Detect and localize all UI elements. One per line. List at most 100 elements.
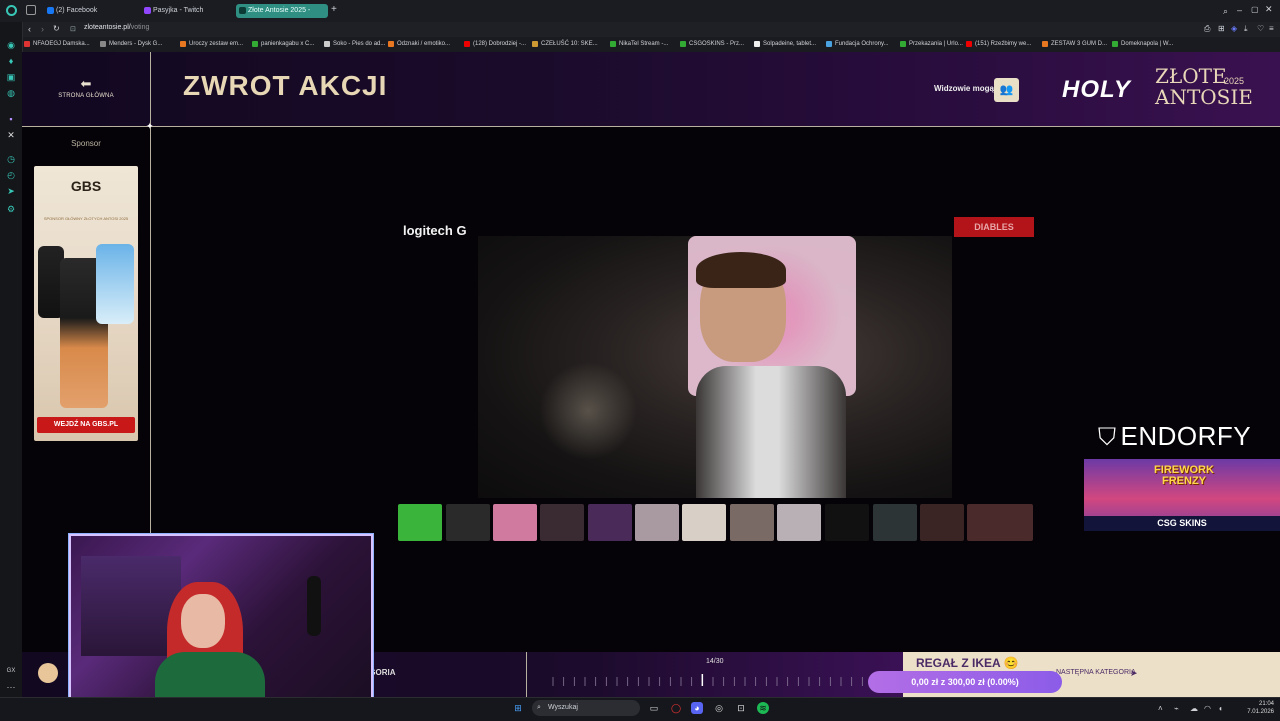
opera-taskbar-icon[interactable]: ◯ xyxy=(670,702,682,714)
bookmark-item[interactable]: Odznaki / emotiko... xyxy=(388,38,450,51)
bookmark-item[interactable]: CZEŁUŚĆ 10: SKE... xyxy=(532,38,598,51)
site-icon xyxy=(239,7,246,14)
home-link[interactable]: ⬅ STRONA GŁÓWNA xyxy=(40,76,132,99)
shield-icon[interactable]: ◈ xyxy=(1231,24,1237,33)
opera-logo-icon[interactable] xyxy=(6,5,17,16)
forward-icon[interactable]: › xyxy=(41,24,44,34)
facebook-icon xyxy=(47,7,54,14)
bookmark-item[interactable]: Domeknapola | W... xyxy=(1112,38,1173,51)
thumbnail[interactable] xyxy=(777,504,821,541)
endorfy-ad[interactable]: ⛉ ENDORFY xyxy=(1098,421,1251,452)
twitch-icon xyxy=(144,7,151,14)
drop-icon[interactable]: ♦ xyxy=(6,56,16,66)
maximize-icon[interactable]: ▢ xyxy=(1251,5,1259,14)
thumbnail[interactable] xyxy=(920,504,964,541)
url-field[interactable]: zloteantosie.pl/voting xyxy=(84,24,149,31)
discord-icon[interactable]: ◕ xyxy=(691,702,703,714)
person-face xyxy=(181,594,225,648)
tab-twitch[interactable]: Pasyjka - Twitch xyxy=(141,4,233,18)
app-icon[interactable]: ⊡ xyxy=(735,702,747,714)
bookmark-icon[interactable]: ⊞ xyxy=(1218,24,1225,33)
taskbar-clock[interactable]: 21:04 7.01.2026 xyxy=(1240,700,1274,716)
gx-icon[interactable]: GX xyxy=(6,666,16,676)
bookmark-item[interactable]: ZESTAW 3 GUM D... xyxy=(1042,38,1107,51)
chat-icon[interactable]: ▣ xyxy=(6,72,16,82)
csgoskins-ad[interactable]: FIREWORK FRENZY CSG SKINS xyxy=(1084,459,1280,531)
reload-icon[interactable]: ↻ xyxy=(53,24,60,33)
obs-icon[interactable]: ◎ xyxy=(713,702,725,714)
taskbar-search[interactable]: ⌕ Wyszukaj xyxy=(532,700,640,716)
spotify-icon[interactable]: ≋ xyxy=(757,702,769,714)
bookmark-favicon-icon xyxy=(754,41,760,47)
thumbnail[interactable] xyxy=(825,504,869,541)
category-title: REGAŁ Z IKEA 😊 xyxy=(916,656,1019,670)
bookmark-item[interactable]: Soko - Pies do ad... xyxy=(324,38,385,51)
bookmark-item[interactable]: CSGOSKINS - Prz... xyxy=(680,38,744,51)
minimize-icon[interactable]: – xyxy=(1237,5,1242,15)
cloud-icon[interactable]: ☁ xyxy=(1190,704,1198,713)
sponsor-ad[interactable]: GBS SPONSOR GŁÓWNY ZŁOTYCH ANTOSI 2025 W… xyxy=(34,166,138,441)
menu-icon[interactable]: ≡ xyxy=(1269,24,1274,33)
thumbnail[interactable] xyxy=(682,504,726,541)
clock-icon[interactable]: ◴ xyxy=(6,170,16,180)
more-icon[interactable]: ··· xyxy=(6,682,16,692)
network-icon[interactable]: ⌁ xyxy=(1174,704,1179,713)
search-tabs-icon[interactable]: ⌕ xyxy=(1223,6,1228,17)
heart-icon[interactable]: ♡ xyxy=(1257,24,1264,33)
thumbnail[interactable] xyxy=(446,504,490,541)
search-placeholder: Wyszukaj xyxy=(548,704,578,711)
bookmark-favicon-icon xyxy=(966,41,972,47)
thumbnail[interactable] xyxy=(398,504,442,541)
bookmark-item[interactable]: Przekazania | Urlo... xyxy=(900,38,963,51)
tab-label: (2) Facebook xyxy=(56,7,98,14)
bookmark-item[interactable]: Menders - Dysk G... xyxy=(100,38,162,51)
bookmark-item[interactable]: Fundacja Ochrony... xyxy=(826,38,889,51)
thumbnail[interactable] xyxy=(967,504,1033,541)
bookmark-item[interactable]: (151) Rzeźbimy we... xyxy=(966,38,1031,51)
wifi-icon[interactable]: ◠ xyxy=(1204,704,1211,713)
game-title: FIREWORK FRENZY xyxy=(1154,464,1214,487)
next-category-link[interactable]: NASTĘPNA KATEGORIA xyxy=(1056,669,1136,676)
arrow-right-icon[interactable]: ➤ xyxy=(1130,668,1138,679)
extensions-icon[interactable]: ⎙ xyxy=(1204,24,1210,34)
thumbnail[interactable] xyxy=(635,504,679,541)
speaker-icon[interactable]: ◖ xyxy=(1218,704,1223,713)
whatsapp-icon[interactable]: ◍ xyxy=(6,88,16,98)
bookmark-item[interactable]: NFAOEGJ Damska... xyxy=(24,38,90,51)
thumbnail[interactable] xyxy=(540,504,584,541)
windows-start-icon[interactable]: ⊞ xyxy=(512,702,524,714)
x-icon[interactable]: ✕ xyxy=(6,130,16,140)
bookmark-label: Uroczy zestaw em... xyxy=(189,41,244,47)
twitch-sidebar-icon[interactable]: ▪ xyxy=(6,114,16,124)
eye-icon[interactable]: ◉ xyxy=(6,40,16,50)
new-tab-button[interactable]: + xyxy=(331,4,337,15)
history-icon[interactable]: ◷ xyxy=(6,154,16,164)
chevron-up-icon[interactable]: ˄ xyxy=(1158,704,1163,713)
task-view-icon[interactable]: ▭ xyxy=(648,702,660,714)
thumbnail[interactable] xyxy=(730,504,774,541)
raised-amount: 0,00 zł z 300,00 zł (0.00%) xyxy=(868,671,1062,693)
send-icon[interactable]: ➤ xyxy=(6,186,16,196)
download-icon[interactable]: ⤓ xyxy=(1244,24,1248,34)
tab-facebook[interactable]: (2) Facebook xyxy=(44,4,136,18)
tabs-menu-icon[interactable] xyxy=(26,5,36,15)
thumbnail[interactable] xyxy=(873,504,917,541)
sponsor-cta-button[interactable]: WEJDŹ NA GBS.PL xyxy=(37,417,135,433)
bookmark-item[interactable]: Uroczy zestaw em... xyxy=(180,38,243,51)
thumbnail[interactable] xyxy=(493,504,537,541)
viewers-button[interactable]: 👥 xyxy=(994,78,1019,102)
back-icon[interactable]: ‹ xyxy=(28,24,31,34)
bookmark-item[interactable]: Solpadeine, tablet... xyxy=(754,38,816,51)
bookmark-item[interactable]: NikaTel Stream -... xyxy=(610,38,668,51)
address-bar-row: ‹ › ↻ ⊡ zloteantosie.pl/voting ⎙ ⊞ ◈ ⤓ ♡… xyxy=(0,22,1280,37)
bookmark-item[interactable]: (128) Dobrodziej -... xyxy=(464,38,526,51)
home-label: STRONA GŁÓWNA xyxy=(58,93,114,99)
bookmark-item[interactable]: panienkagabu x C... xyxy=(252,38,314,51)
thumbnail[interactable] xyxy=(588,504,632,541)
close-icon[interactable]: ✕ xyxy=(1265,4,1273,15)
video-player[interactable] xyxy=(478,236,952,498)
settings-icon[interactable]: ⚙ xyxy=(6,204,16,214)
tab-zlote-antosie[interactable]: Złote Antosie 2025 - xyxy=(236,4,328,18)
microphone-image xyxy=(307,576,321,636)
bookmark-label: (128) Dobrodziej -... xyxy=(473,41,527,47)
